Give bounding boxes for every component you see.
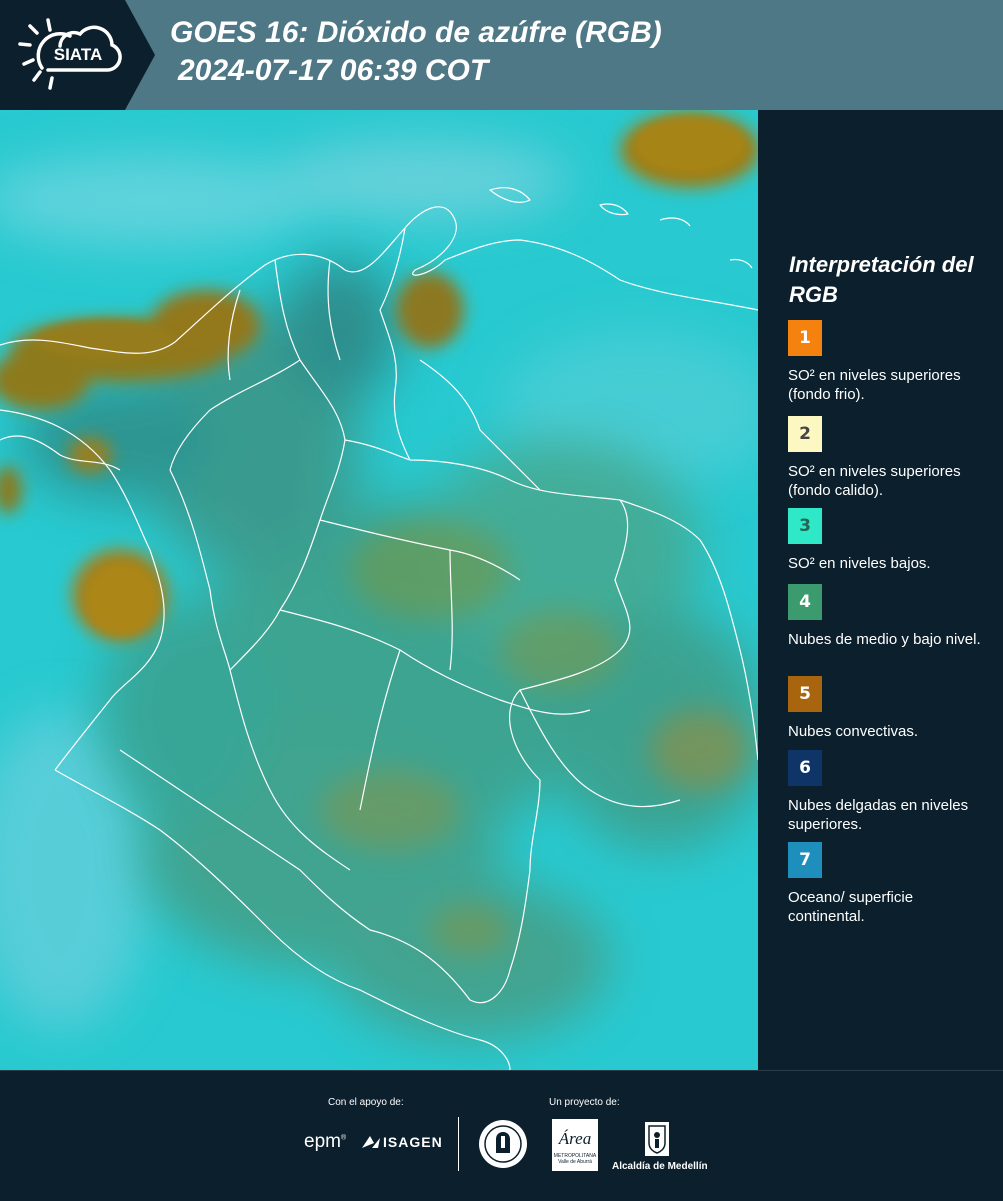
legend-text-5: Nubes convectivas.	[788, 723, 919, 740]
title-line-1: GOES 16: Dióxido de azúfre (RGB)	[170, 16, 662, 49]
epm-logo: epm®	[304, 1131, 347, 1152]
page-title: GOES 16: Dióxido de azúfre (RGB) 2024-07…	[170, 14, 662, 90]
logo-block: SIATA	[0, 0, 155, 110]
alcaldia-logo-text: Alcaldía de Medellín	[612, 1161, 708, 1172]
alcaldia-shield-icon	[645, 1122, 669, 1156]
legend-swatch-6: 6	[788, 750, 822, 786]
legend-swatch-1: 1	[788, 320, 822, 356]
support-label: Con el apoyo de:	[328, 1097, 404, 1108]
legend-number-5: 5	[799, 684, 811, 704]
satellite-map[interactable]	[0, 110, 758, 1070]
legend-text-4: Nubes de medio y bajo nivel.	[788, 631, 981, 648]
isagen-icon	[362, 1136, 380, 1148]
title-line-2: 2024-07-17 06:39 COT	[178, 54, 489, 87]
legend-text-7: Oceano/ superficie continental.	[788, 889, 914, 925]
legend-number-1: 1	[799, 328, 811, 348]
legend-number-2: 2	[799, 424, 811, 444]
legend-number-3: 3	[799, 516, 811, 536]
legend-text-6: Nubes delgadas en niveles superiores.	[788, 797, 969, 833]
project-label: Un proyecto de:	[549, 1097, 620, 1108]
legend-swatch-7: 7	[788, 842, 822, 878]
satellite-image	[0, 110, 758, 1070]
legend-text-2: SO² en niveles superiores (fondo calido)…	[788, 463, 961, 499]
epm-logo-text: epm	[304, 1131, 341, 1152]
legend-item-1: 1 SO² en niveles superiores (fondo frio)…	[788, 320, 988, 404]
legend-swatch-3: 3	[788, 508, 822, 544]
seal-icon	[479, 1120, 527, 1168]
legend-item-6: 6 Nubes delgadas en niveles superiores.	[788, 750, 988, 834]
legend-number-4: 4	[799, 592, 811, 612]
metropolitana-logo: Área METROPOLITANA Valle de Aburrá	[552, 1119, 598, 1171]
footer-divider	[458, 1117, 459, 1171]
legend-item-3: 3 SO² en niveles bajos.	[788, 508, 988, 573]
legend-item-4: 4 Nubes de medio y bajo nivel.	[788, 584, 988, 649]
isagen-logo-text: ISAGEN	[383, 1134, 443, 1150]
legend-item-7: 7 Oceano/ superficie continental.	[788, 842, 988, 926]
footer: Con el apoyo de: Un proyecto de: epm® IS…	[0, 1070, 1003, 1201]
legend-text-1: SO² en niveles superiores (fondo frio).	[788, 367, 961, 403]
legend-swatch-2: 2	[788, 416, 822, 452]
legend-number-7: 7	[799, 850, 811, 870]
metropolitana-subtitle-2: Valle de Aburrá	[558, 1159, 592, 1165]
header: SIATA GOES 16: Dióxido de azúfre (RGB) 2…	[0, 0, 1003, 110]
legend-swatch-4: 4	[788, 584, 822, 620]
legend-swatch-5: 5	[788, 676, 822, 712]
legend-title: Interpretación del RGB	[789, 252, 974, 307]
legend-item-5: 5 Nubes convectivas.	[788, 676, 988, 741]
metropolitana-logo-text: Área	[558, 1129, 592, 1148]
legend-text-3: SO² en niveles bajos.	[788, 555, 931, 572]
legend-panel: Interpretación del RGB 1 SO² en niveles …	[758, 110, 1003, 1070]
legend-item-2: 2 SO² en niveles superiores (fondo calid…	[788, 416, 988, 500]
legend-number-6: 6	[799, 758, 811, 778]
logo-text: SIATA	[54, 45, 102, 64]
